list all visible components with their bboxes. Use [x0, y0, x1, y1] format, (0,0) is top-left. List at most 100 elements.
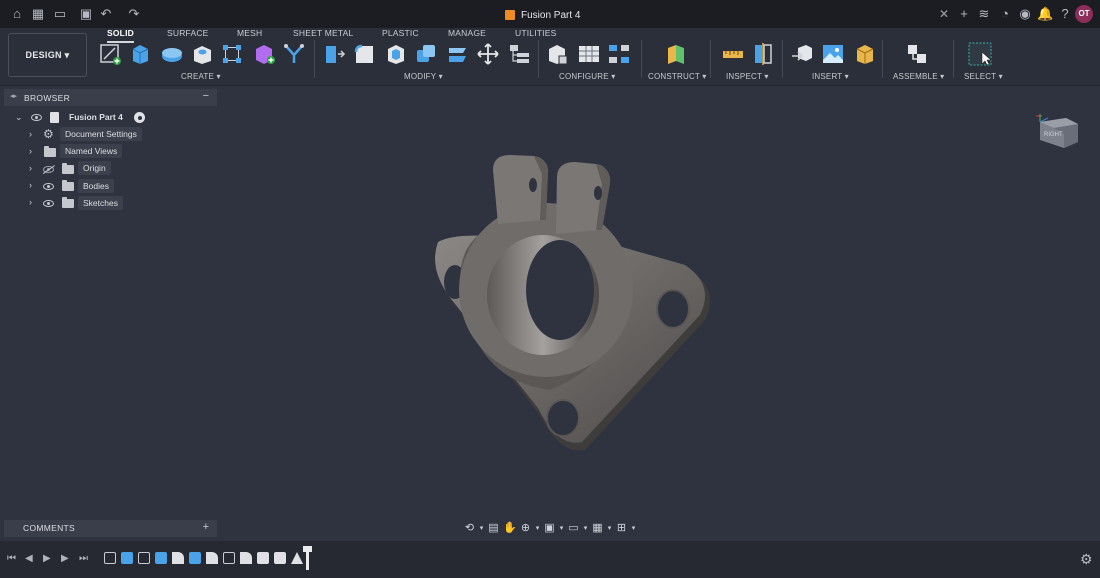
change-parameters-icon[interactable]: [507, 42, 531, 66]
apps-grid-icon[interactable]: ▦: [30, 6, 46, 22]
timeline-chamfer-feature[interactable]: [291, 552, 303, 564]
browser-item-named-views[interactable]: Named Views: [60, 144, 123, 158]
offset-plane-icon[interactable]: [664, 42, 688, 66]
viewcube[interactable]: RIGHT: [1036, 110, 1082, 152]
look-at-icon[interactable]: ▤: [488, 522, 499, 535]
configure-rules-icon[interactable]: [607, 42, 631, 66]
chevron-right-icon[interactable]: ›: [29, 163, 32, 173]
go-to-start-icon[interactable]: ⏮: [7, 553, 16, 564]
dropdown-caret-icon[interactable]: ▾: [559, 522, 564, 535]
display-settings-icon[interactable]: ▭: [568, 522, 579, 535]
split-body-icon[interactable]: [446, 42, 470, 66]
create-menu[interactable]: CREATE ▾: [181, 72, 221, 81]
fillet-icon[interactable]: [352, 42, 376, 66]
orbit-icon[interactable]: ⟲: [464, 522, 475, 535]
tab-mesh[interactable]: MESH: [237, 28, 262, 38]
configuration-table-icon[interactable]: [577, 42, 601, 66]
shell-icon[interactable]: [384, 42, 408, 66]
measure-icon[interactable]: [721, 42, 745, 66]
tab-solid[interactable]: SOLID: [107, 28, 134, 43]
section-analysis-icon[interactable]: [751, 42, 775, 66]
mounting-hole[interactable]: [656, 289, 690, 329]
configure-menu[interactable]: CONFIGURE ▾: [559, 72, 615, 81]
timeline-sketch-feature[interactable]: [138, 552, 150, 564]
viewports-icon[interactable]: ⊞: [616, 522, 627, 535]
tab-utilities[interactable]: UTILITIES: [515, 28, 556, 38]
timeline-hole-feature[interactable]: [274, 552, 286, 564]
tab-surface[interactable]: SURFACE: [167, 28, 209, 38]
chevron-right-icon[interactable]: ›: [29, 180, 32, 190]
insert-derive-icon[interactable]: [790, 42, 814, 66]
tab-manage[interactable]: MANAGE: [448, 28, 486, 38]
extensions-icon[interactable]: ≋: [976, 6, 992, 22]
online-status-icon[interactable]: ◉: [1017, 6, 1033, 22]
timeline-marker[interactable]: [303, 546, 312, 570]
job-status-icon[interactable]: ◔: [997, 6, 1013, 22]
new-tab-icon[interactable]: +: [956, 6, 972, 22]
chevron-right-icon[interactable]: ›: [29, 129, 32, 139]
rectangular-pattern-icon[interactable]: [220, 42, 244, 66]
undo-icon[interactable]: ↶: [98, 6, 114, 22]
model-viewport[interactable]: [410, 150, 730, 470]
modify-menu[interactable]: MODIFY ▾: [404, 72, 443, 81]
fit-icon[interactable]: ▣: [544, 522, 555, 535]
create-form-icon[interactable]: [252, 42, 276, 66]
create-sketch-icon[interactable]: [98, 42, 122, 66]
tab-plastic[interactable]: PLASTIC: [382, 28, 419, 38]
browser-item-sketches[interactable]: Sketches: [78, 196, 123, 210]
eye-icon[interactable]: [31, 114, 42, 121]
insert-mcmaster-icon[interactable]: [853, 42, 877, 66]
step-back-icon[interactable]: ◀: [25, 553, 33, 564]
save-icon[interactable]: ▣: [78, 6, 94, 22]
new-component-icon[interactable]: [905, 42, 929, 66]
timeline-extrude-feature[interactable]: [189, 552, 201, 564]
activate-icon[interactable]: [134, 112, 145, 123]
pan-icon[interactable]: ✋: [503, 522, 517, 535]
assemble-menu[interactable]: ASSEMBLE ▾: [893, 72, 944, 81]
configure-design-icon[interactable]: [545, 42, 569, 66]
play-icon[interactable]: ▶: [43, 553, 51, 564]
browser-item-bodies[interactable]: Bodies: [78, 179, 114, 193]
step-forward-icon[interactable]: ▶: [61, 553, 69, 564]
timeline-settings-gear-icon[interactable]: ⚙: [1080, 551, 1093, 568]
timeline-fillet-feature[interactable]: [240, 552, 252, 564]
revolve-icon[interactable]: [160, 42, 184, 66]
tab-sheet-metal[interactable]: SHEET METAL: [293, 28, 353, 38]
notifications-icon[interactable]: 🔔: [1037, 6, 1053, 22]
timeline-sketch-feature[interactable]: [104, 552, 116, 564]
document-tab[interactable]: Fusion Part 4: [505, 5, 580, 25]
collapse-panel-icon[interactable]: −: [203, 90, 209, 102]
chevron-right-icon[interactable]: ›: [29, 146, 32, 156]
extrude-icon[interactable]: [128, 42, 152, 66]
select-box-icon[interactable]: [968, 42, 992, 66]
select-menu[interactable]: SELECT ▾: [964, 72, 1003, 81]
user-avatar[interactable]: OT: [1075, 5, 1093, 23]
pin-hole[interactable]: [529, 178, 537, 192]
browser-root-label[interactable]: Fusion Part 4: [64, 110, 128, 124]
timeline-fillet-feature[interactable]: [172, 552, 184, 564]
mounting-hole[interactable]: [546, 399, 580, 437]
add-comment-icon[interactable]: +: [203, 521, 209, 533]
panel-drag-icon[interactable]: ◂▸: [10, 92, 17, 100]
file-menu-icon[interactable]: ▭: [52, 6, 68, 22]
browser-item-document-settings[interactable]: Document Settings: [60, 127, 142, 141]
redo-icon[interactable]: ↷: [126, 6, 142, 22]
browser-panel-header[interactable]: ◂▸ BROWSER −: [4, 89, 217, 106]
workspace-switcher-button[interactable]: DESIGN ▾: [8, 33, 87, 77]
combine-icon[interactable]: [414, 42, 438, 66]
pin-hole[interactable]: [594, 186, 602, 200]
timeline-sketch-feature[interactable]: [223, 552, 235, 564]
chevron-down-icon[interactable]: ⌄: [15, 112, 23, 123]
insert-menu[interactable]: INSERT ▾: [812, 72, 849, 81]
zoom-icon[interactable]: ⊕: [520, 522, 531, 535]
eye-icon[interactable]: [43, 183, 54, 190]
dropdown-caret-icon[interactable]: ▾: [631, 522, 636, 535]
hole-icon[interactable]: [190, 42, 214, 66]
bore-opening[interactable]: [526, 240, 594, 340]
timeline-extrude-feature[interactable]: [155, 552, 167, 564]
inspect-menu[interactable]: INSPECT ▾: [726, 72, 769, 81]
dropdown-caret-icon[interactable]: ▾: [535, 522, 540, 535]
comments-panel-header[interactable]: COMMENTS +: [4, 520, 217, 537]
timeline-extrude-feature[interactable]: [121, 552, 133, 564]
press-pull-icon[interactable]: [322, 42, 346, 66]
